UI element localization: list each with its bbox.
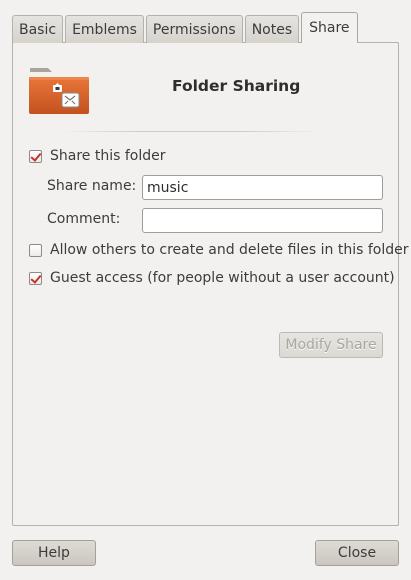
tab-permissions[interactable]: Permissions [145,15,243,43]
share-folder-label[interactable]: Share this folder [50,148,166,164]
guest-access-row[interactable]: Guest access (for people without a user … [29,270,395,286]
folder-share-icon [28,64,90,116]
allow-others-label[interactable]: Allow others to create and delete files … [50,242,409,258]
comment-input[interactable] [142,208,383,233]
guest-access-label[interactable]: Guest access (for people without a user … [50,270,395,286]
tab-basic[interactable]: Basic [12,15,64,43]
guest-access-checkbox[interactable] [29,271,42,285]
modify-share-button[interactable]: Modify Share [279,332,383,358]
share-folder-row[interactable]: Share this folder [29,148,166,164]
help-button[interactable]: Help [12,540,96,566]
close-button[interactable]: Close [315,540,399,566]
comment-label: Comment: [47,211,121,227]
page-title: Folder Sharing [172,77,301,95]
allow-others-row[interactable]: Allow others to create and delete files … [29,242,409,258]
tab-notes[interactable]: Notes [244,15,300,43]
header-separator [60,131,320,132]
share-name-input[interactable] [142,175,383,200]
properties-dialog: Basic Emblems Permissions Notes Share Fo… [0,0,411,580]
tab-bar: Basic Emblems Permissions Notes Share [12,12,360,43]
allow-others-checkbox[interactable] [29,243,42,257]
share-name-label: Share name: [47,178,137,194]
tab-share[interactable]: Share [301,12,358,43]
tab-emblems[interactable]: Emblems [65,15,144,43]
share-folder-checkbox[interactable] [29,149,42,163]
